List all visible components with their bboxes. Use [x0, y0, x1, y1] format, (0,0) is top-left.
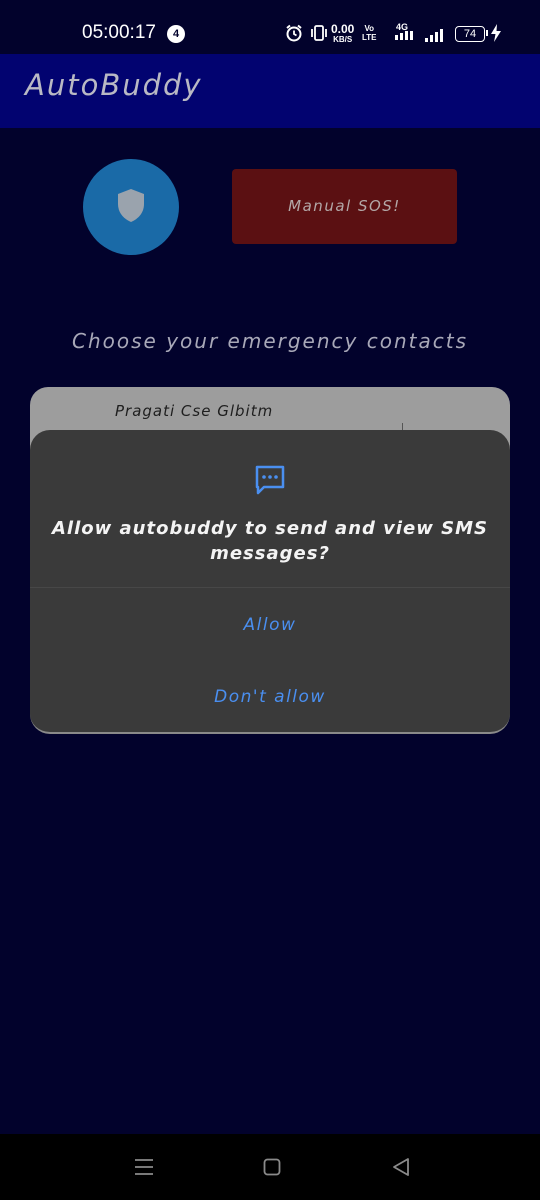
alarm-icon	[285, 24, 303, 46]
battery-tip	[486, 30, 488, 36]
nav-bar	[0, 1134, 540, 1200]
contacts-heading: Choose your emergency contacts	[72, 329, 468, 353]
app-title: AutoBuddy	[25, 68, 203, 102]
app-bar: AutoBuddy	[0, 54, 540, 128]
volte-bottom: LTE	[362, 33, 377, 42]
volte-indicator: Vo LTE	[362, 24, 377, 42]
back-icon[interactable]	[392, 1157, 410, 1181]
status-time: 05:00:17	[82, 22, 156, 43]
status-bar: 05:00:17 4 0.00 KB/S Vo LTE 4G 74	[0, 0, 540, 54]
dialog-message: Allow autobuddy to send and view SMS mes…	[51, 518, 489, 564]
signal-bars-icon	[424, 27, 444, 46]
shield-icon	[118, 189, 144, 222]
allow-button[interactable]: Allow	[30, 595, 510, 655]
dont-allow-button[interactable]: Don't allow	[30, 667, 510, 727]
permission-dialog: Allow autobuddy to send and view SMS mes…	[30, 430, 510, 734]
contact-name[interactable]: Pragati Cse Glbitm	[115, 402, 273, 420]
home-icon[interactable]	[263, 1158, 281, 1180]
screen: 05:00:17 4 0.00 KB/S Vo LTE 4G 74 AutoBu…	[0, 0, 540, 1200]
volte-top: Vo	[364, 24, 375, 33]
manual-sos-button[interactable]: Manual SOS!	[232, 169, 457, 244]
menu-icon[interactable]	[134, 1158, 154, 1180]
net-speed-value: 0.00	[331, 22, 355, 36]
shield-button[interactable]	[83, 159, 179, 255]
notification-count-badge: 4	[167, 25, 185, 43]
signal-4g-label: 4G	[396, 22, 408, 32]
charging-bolt-icon	[490, 24, 502, 46]
dialog-divider	[30, 587, 510, 588]
signal-4g-icon: 4G	[393, 22, 417, 46]
vibrate-icon	[310, 25, 328, 45]
sms-icon	[254, 464, 286, 500]
net-speed: 0.00 KB/S	[331, 23, 354, 44]
net-speed-unit: KB/S	[333, 35, 353, 44]
battery-icon: 74	[455, 26, 485, 42]
